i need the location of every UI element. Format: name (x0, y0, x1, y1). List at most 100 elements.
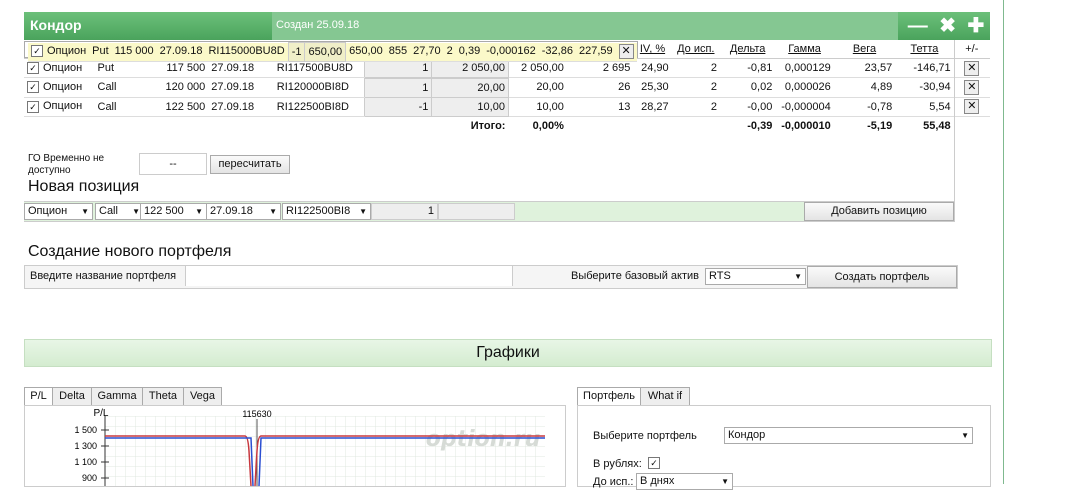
cell-days: 2 (443, 42, 456, 62)
expiry-label: До исп.: (593, 476, 634, 488)
remove-row-icon[interactable]: ✕ (964, 79, 980, 95)
cell-strike: 115 000 (111, 42, 157, 62)
cell-price: 10,00 (508, 97, 567, 117)
remove-row-icon[interactable]: ✕ (964, 99, 980, 114)
cell-open[interactable]: 20,00 (431, 77, 509, 98)
new-position-title: Новая позиция (28, 178, 140, 195)
y-tick-label: 1 300 (74, 441, 97, 451)
cell-qty[interactable]: -1 (287, 42, 306, 62)
column-header[interactable]: До исп. (671, 40, 720, 59)
cell-iv: 24,90 (633, 58, 672, 78)
cell-contract: RI120000BI8D (273, 78, 365, 98)
create-portfolio-button[interactable]: Создать портфель (807, 266, 957, 288)
portfolio-name-input[interactable] (185, 266, 513, 286)
cell-delta: 0,39 (455, 42, 484, 62)
cell-open[interactable]: 10,00 (431, 96, 509, 117)
column-header[interactable]: Вега (833, 40, 896, 59)
column-header[interactable]: Гамма (775, 40, 834, 59)
y-tick-label: 1 500 (74, 425, 97, 435)
cell-contract: RI115000BU8D (205, 42, 289, 62)
portfolio-name-label: Введите название портфеля (30, 270, 177, 282)
new-open-input[interactable] (438, 203, 515, 220)
cell-date: 27.09.18 (156, 42, 206, 62)
cell-iv: 25,30 (633, 78, 672, 98)
base-asset-select[interactable]: RTS ▼ (705, 268, 806, 285)
cell-delta: -0,81 (719, 58, 776, 78)
table-edge (954, 40, 955, 222)
settings-panel: Выберите портфель Кондор ▼ В рублях: ✓ До… (577, 405, 991, 490)
new-position-row: Опцион ▼ Call ▼ 122 500 ▼ 27.09.18 ▼ RI12250… (24, 201, 954, 222)
minus-icon[interactable]: — (908, 16, 928, 36)
expiry-select[interactable]: В днях ▼ (636, 473, 733, 490)
table-row: ✓ Опцион Call 122 500 27.09.18 RI122500BI8D -1… (24, 96, 990, 117)
tab-gamma[interactable]: Gamma (91, 387, 143, 406)
cell-open[interactable]: 650,00 (304, 42, 347, 62)
cell-inst: ✓ Опцион (24, 97, 95, 117)
y-tick-label: 900 (82, 473, 97, 483)
total-price: 0,00% (532, 119, 564, 132)
cell-qty[interactable]: -1 (363, 96, 433, 117)
strategy-title: Кондор (30, 17, 82, 33)
tab-portfolio[interactable]: Портфель (577, 387, 641, 406)
cell-type: Call (94, 78, 142, 98)
portfolio-select[interactable]: Кондор ▼ (724, 427, 973, 444)
column-header: +/- (953, 40, 990, 59)
remove-row-icon[interactable]: ✕ (618, 44, 634, 60)
column-header[interactable]: Тетта (895, 40, 954, 59)
cell-days: 2 (671, 97, 720, 117)
cell-theta: 5,54 (895, 97, 954, 117)
row-checkbox[interactable]: ✓ (27, 100, 39, 113)
total-delta: -0,39 (747, 119, 773, 132)
contract-select[interactable]: RI122500BI8 ▼ (282, 203, 371, 220)
total-label: Итого: (470, 119, 506, 132)
new-qty-input[interactable]: 1 (371, 203, 438, 220)
cell-gamma: 0,000026 (775, 78, 834, 98)
rub-label: В рублях: (593, 458, 642, 470)
instrument-select[interactable]: Опцион ▼ (24, 203, 93, 220)
tab-delta[interactable]: Delta (52, 387, 92, 406)
cell-date: 27.09.18 (208, 78, 274, 98)
row-checkbox[interactable]: ✓ (27, 81, 39, 94)
marker-label: 115630 (242, 409, 271, 419)
go-value: -- (139, 153, 207, 175)
close-icon[interactable]: ✖ (939, 16, 956, 36)
remove-row-icon[interactable]: ✕ (964, 60, 980, 76)
cell-gamma: -0,000162 (483, 42, 539, 62)
cell-days: 2 (671, 58, 720, 78)
tab-theta[interactable]: Theta (142, 387, 184, 406)
tab-pl[interactable]: P/L (24, 387, 53, 406)
column-header[interactable]: IV, % (633, 40, 672, 59)
strike-select[interactable]: 122 500 ▼ (140, 203, 207, 220)
date-select[interactable]: 27.09.18 ▼ (206, 203, 281, 220)
rub-checkbox[interactable]: ✓ (648, 457, 660, 469)
instrument-label: Опцион (43, 100, 83, 113)
totals-row: Итого: 0,00% -0,39 -0,000010 -5,19 55,48 (24, 116, 990, 135)
row-checkbox[interactable]: ✓ (27, 62, 39, 75)
cell-delta: -0,00 (719, 97, 776, 117)
cell-vega: -32,86 (538, 42, 576, 62)
type-select[interactable]: Call ▼ (95, 203, 144, 220)
tab-vega[interactable]: Vega (183, 387, 222, 406)
cell-gamma: -0,000004 (775, 97, 834, 117)
tab-what-if[interactable]: What if (640, 387, 690, 406)
base-asset-label: Выберите базовый актив (571, 270, 699, 282)
total-theta: 55,48 (923, 119, 951, 132)
cell-qty[interactable]: 1 (363, 77, 433, 98)
column-header[interactable]: Дельта (719, 40, 776, 59)
cell-delta: 0,02 (719, 78, 776, 98)
portfolio-select-label: Выберите портфель (593, 430, 697, 442)
cell-contract: RI122500BI8D (273, 97, 365, 117)
cell-strike: 122 500 (141, 97, 209, 117)
recalculate-button[interactable]: пересчитать (210, 155, 290, 174)
cell-theta: -30,94 (895, 78, 954, 98)
row-checkbox[interactable]: ✓ (31, 45, 43, 58)
add-position-button[interactable]: Добавить позицию (804, 202, 954, 221)
new-portfolio-title: Создание нового портфеля (28, 243, 232, 260)
pl-chart-svg: P/L 115630 option.ru 1 500 1 300 1 100 9… (74, 408, 545, 487)
total-gamma: -0,000010 (781, 119, 831, 132)
instrument-label: Опцион (43, 81, 83, 94)
total-vega: -5,19 (867, 119, 893, 132)
cell-vega: 23,57 (833, 58, 896, 78)
cell-vega: 4,89 (833, 78, 896, 98)
plus-icon[interactable]: ✚ (967, 16, 984, 36)
